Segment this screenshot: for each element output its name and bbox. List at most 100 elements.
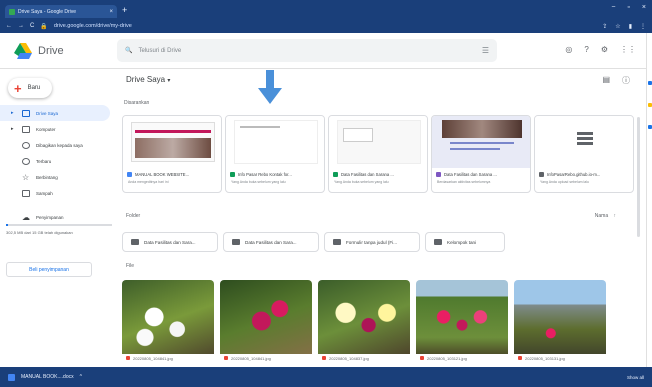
file-name: 20220805_104841.jpg: [133, 355, 173, 361]
suggested-card[interactable]: Info Pasar Rebo Kontak for... Yang Anda …: [225, 115, 325, 193]
page-title-text: Drive Saya: [126, 75, 166, 84]
card-subtitle: Anda mengeditnya hari ini: [128, 180, 169, 184]
tab-close-icon[interactable]: ×: [109, 9, 113, 15]
folder-name: Data Fasilitas dan Sara...: [245, 239, 297, 245]
file-thumbnail[interactable]: 20220805_103121.jpg: [416, 280, 508, 362]
chevron-down-icon: ▾: [167, 78, 171, 84]
search-options-icon[interactable]: ☰: [482, 46, 489, 55]
file-thumbnail[interactable]: 20220805_103131.jpg: [514, 280, 606, 362]
close-window-icon[interactable]: ×: [642, 4, 646, 11]
calendar-icon[interactable]: [648, 81, 652, 85]
minimize-icon[interactable]: −: [611, 4, 615, 11]
suggested-card[interactable]: MANUAL BOOK WEBSITE... Anda mengeditnya …: [122, 115, 222, 193]
reload-icon[interactable]: C: [30, 23, 34, 29]
suggested-files: MANUAL BOOK WEBSITE... Anda mengeditnya …: [122, 115, 634, 193]
expand-arrow-icon[interactable]: ▸: [11, 126, 14, 132]
back-icon[interactable]: ←: [6, 23, 12, 29]
folder-item[interactable]: Formulir tanpa judul (Fi...: [324, 232, 420, 252]
sidebar: + Baru ▸ Drive Saya ▸ Komputer Dibagikan…: [0, 70, 118, 367]
storage-text: 302,5 MB dari 15 GB telah digunakan: [6, 230, 73, 235]
storage-usage: 302,5 MB dari 15 GB telah digunakan: [6, 220, 112, 235]
new-tab-button[interactable]: +: [122, 5, 127, 15]
card-subtitle: Berdasarkan aktivitas sebelumnya: [437, 180, 491, 184]
suggested-card[interactable]: Data Fasilitas dan Sarana ... Berdasarka…: [431, 115, 531, 193]
download-file-name[interactable]: MANUAL BOOK....docx: [21, 374, 74, 380]
menu-dots-icon[interactable]: ⋮: [640, 23, 646, 30]
bookmark-star-icon[interactable]: ☆: [615, 23, 620, 30]
address-bar[interactable]: drive.google.com/drive/my-drive: [54, 23, 132, 29]
card-title: MANUAL BOOK WEBSITE...: [123, 168, 221, 180]
sidebar-item-computers[interactable]: ▸ Komputer: [0, 121, 118, 137]
forms-icon: [436, 171, 441, 177]
help-icon[interactable]: ?: [584, 45, 588, 54]
folder-section-label: Folder: [126, 213, 141, 219]
tab-title: Drive Saya - Google Drive: [18, 8, 77, 15]
people-icon: [22, 141, 30, 149]
info-icon[interactable]: ⓘ: [622, 75, 630, 86]
scrollbar[interactable]: [637, 117, 640, 237]
sidebar-nav: ▸ Drive Saya ▸ Komputer Dibagikan kepada…: [0, 105, 118, 225]
file-caption: 20220805_103121.jpg: [416, 354, 508, 362]
forward-icon[interactable]: →: [18, 23, 24, 29]
sort-label: Nama: [594, 213, 609, 219]
file-caption: 20220805_104837.jpg: [318, 354, 410, 362]
sheets-icon: [230, 171, 235, 177]
computer-icon: [22, 125, 30, 133]
suggested-card[interactable]: InfoPasarRebo.github.io-m... Yang Anda u…: [534, 115, 634, 193]
drive-header: Drive 🔍 Telusuri di Drive ☰ ◎ ? ⚙ ⋮⋮: [0, 33, 646, 69]
drive-logo[interactable]: Drive: [14, 42, 114, 59]
settings-icon[interactable]: ⚙: [601, 45, 608, 54]
keep-icon[interactable]: [648, 103, 652, 107]
folder-item[interactable]: Data Fasilitas dan Sara...: [122, 232, 218, 252]
sidepanel-icon[interactable]: ▮: [629, 23, 632, 30]
annotation-arrow-icon: [258, 70, 282, 104]
file-caption: 20220805_104841.jpg: [220, 354, 312, 362]
card-title: Data Fasilitas dan Sarana ...: [329, 168, 427, 180]
sidebar-item-starred[interactable]: ☆ Berbintang: [0, 169, 118, 185]
new-button[interactable]: + Baru: [8, 78, 52, 98]
card-subtitle: Yang Anda upload sebelum lalu: [540, 180, 589, 184]
file-thumbnail[interactable]: 20220805_104837.jpg: [318, 280, 410, 362]
suggested-card[interactable]: Data Fasilitas dan Sarana ... Yang Anda …: [328, 115, 428, 193]
folder-name: Kelompok tani: [447, 239, 477, 245]
window-controls: − ▫ ×: [611, 4, 646, 11]
maximize-icon[interactable]: ▫: [627, 4, 629, 11]
offline-status-icon[interactable]: ◎: [565, 45, 572, 54]
sidebar-item-recent[interactable]: Terbaru: [0, 153, 118, 169]
card-title: Info Pasar Rebo Kontak for...: [226, 168, 324, 180]
file-name: 20220805_104837.jpg: [329, 355, 369, 361]
sidebar-item-trash[interactable]: Sampah: [0, 185, 118, 201]
grid-view-icon[interactable]: ▤: [602, 75, 610, 86]
folder-item[interactable]: Kelompok tani: [425, 232, 505, 252]
folder-icon: [434, 239, 442, 245]
star-icon: ☆: [22, 172, 30, 182]
sort-control[interactable]: Nama ↑: [595, 213, 616, 219]
folder-item[interactable]: Data Fasilitas dan Sara...: [223, 232, 319, 252]
image-file-icon: [518, 356, 522, 360]
tasks-icon[interactable]: [648, 125, 652, 129]
card-thumbnail: [226, 116, 324, 168]
browser-tab[interactable]: Drive Saya - Google Drive ×: [5, 5, 117, 18]
sidebar-item-my-drive[interactable]: ▸ Drive Saya: [0, 105, 110, 121]
file-name: 20220805_103131.jpg: [525, 355, 565, 361]
browser-chrome: Drive Saya - Google Drive × + − ▫ × ← → …: [0, 0, 652, 33]
folder-icon: [232, 239, 240, 245]
sidebar-item-label: Komputer: [36, 126, 56, 132]
file-thumbnail[interactable]: 20220805_104841.jpg: [122, 280, 214, 362]
file-name: 20220805_104841.jpg: [231, 355, 271, 361]
chevron-up-icon[interactable]: ^: [80, 374, 82, 380]
file-caption: 20220805_104841.jpg: [122, 354, 214, 362]
drive-favicon-icon: [9, 8, 15, 15]
sidebar-item-shared[interactable]: Dibagikan kepada saya: [0, 137, 118, 153]
expand-arrow-icon[interactable]: ▸: [11, 110, 14, 116]
search-input[interactable]: 🔍 Telusuri di Drive ☰: [117, 39, 497, 62]
page-title[interactable]: Drive Saya ▾: [126, 75, 170, 84]
buy-storage-button[interactable]: Beli penyimpanan: [6, 262, 92, 277]
image-file-icon: [322, 356, 326, 360]
show-all-button[interactable]: Show all: [627, 375, 644, 380]
share-icon[interactable]: ⇪: [602, 23, 607, 30]
file-thumbnail[interactable]: 20220805_104841.jpg: [220, 280, 312, 362]
search-icon[interactable]: 🔍: [125, 47, 132, 54]
new-button-label: Baru: [27, 85, 41, 91]
apps-icon[interactable]: ⋮⋮: [620, 45, 636, 54]
